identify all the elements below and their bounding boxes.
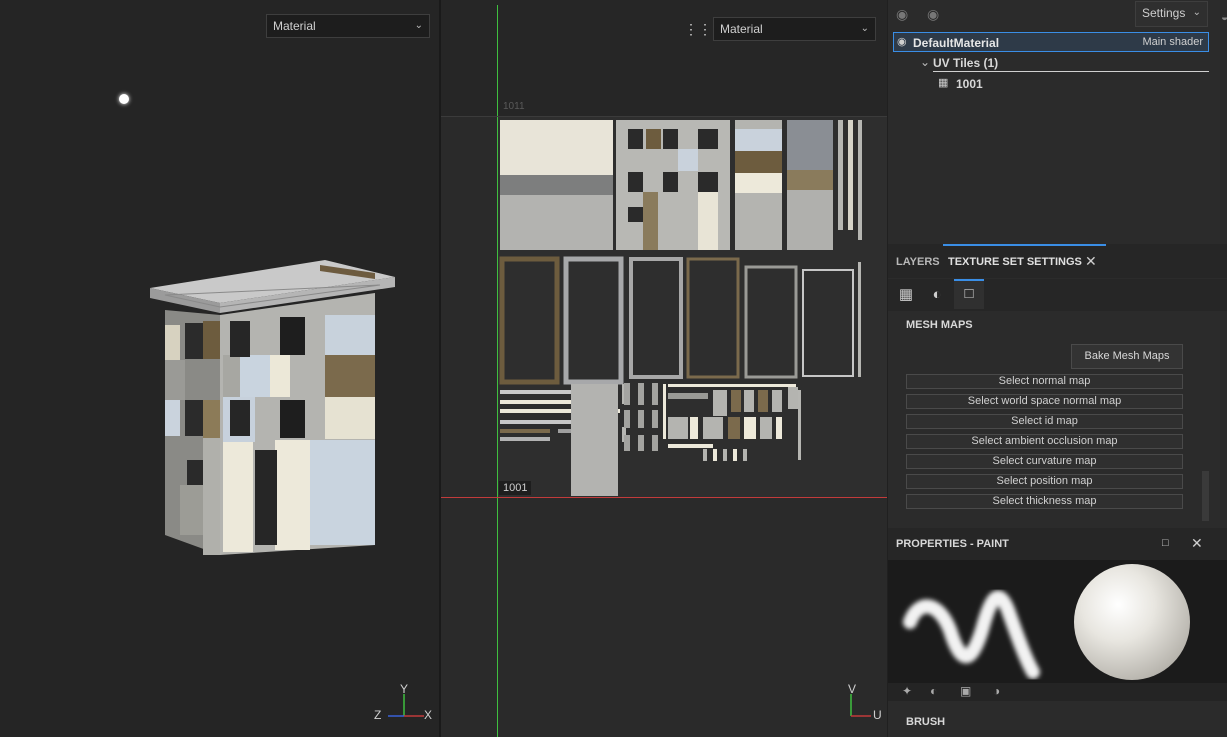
mesh-maps-icon[interactable]: □ bbox=[954, 279, 984, 309]
select-normal-map-button[interactable]: Select normal map bbox=[906, 374, 1183, 389]
axis-z-label: Z bbox=[374, 708, 382, 722]
display-settings-icon[interactable]: ⋮⋮ bbox=[684, 20, 712, 38]
eye-icon[interactable]: ◉ bbox=[897, 35, 907, 48]
brush-title: BRUSH bbox=[906, 716, 946, 728]
viewport-2d-mode-dropdown[interactable]: Material ⌄ bbox=[713, 17, 876, 41]
axis-y-label: Y bbox=[400, 682, 409, 696]
eye-icon[interactable]: ◉ bbox=[927, 6, 939, 23]
viewport-3d[interactable]: Material ⌄ Y Z X bbox=[0, 0, 440, 737]
shader-name[interactable]: Main shader bbox=[1142, 36, 1203, 48]
dropdown-value: Material bbox=[720, 22, 763, 36]
eye-hidden-icon[interactable]: ◉ bbox=[896, 6, 908, 23]
viewport-3d-mode-dropdown[interactable]: Material ⌄ bbox=[266, 14, 430, 38]
close-icon[interactable]: ✕ bbox=[1085, 253, 1097, 270]
alpha-icon[interactable]: ◐ bbox=[930, 684, 937, 698]
material-name: DefaultMaterial bbox=[913, 36, 1000, 50]
building-3d-model[interactable] bbox=[145, 255, 400, 560]
right-panel: ◉ ◉ Settings ⌄ ◉ DefaultMaterial Main sh… bbox=[888, 0, 1227, 737]
edge-icon-1[interactable]: ◒ bbox=[1221, 10, 1227, 24]
material-sphere-preview bbox=[1074, 564, 1190, 680]
uv-tile-item[interactable]: 1001 bbox=[956, 77, 983, 91]
brush-stroke-preview bbox=[903, 590, 1040, 679]
tabs-bar: LAYERS TEXTURE SET SETTINGS ✕ bbox=[888, 244, 1227, 278]
brush-icon[interactable]: ✦ bbox=[902, 684, 912, 698]
texture-set-settings-icon[interactable]: ▦ bbox=[894, 283, 918, 307]
tab-layers[interactable]: LAYERS bbox=[896, 256, 940, 268]
uv-tile-label-top: 1011 bbox=[503, 101, 525, 112]
settings-label: Settings bbox=[1142, 6, 1186, 20]
axis-x-label: X bbox=[424, 708, 433, 722]
active-tab-indicator bbox=[943, 244, 1106, 246]
select-thickness-map-button[interactable]: Select thickness map bbox=[906, 494, 1183, 509]
brush-section: BRUSH bbox=[888, 701, 1227, 737]
uv-islands-texture bbox=[499, 120, 862, 496]
viewport-2d[interactable]: Material ⌄ ⋮⋮ 1011 1001 V U bbox=[441, 0, 887, 737]
select-position-map-button[interactable]: Select position map bbox=[906, 474, 1183, 489]
texture-set-list-panel: ◉ ◉ Settings ⌄ ◉ DefaultMaterial Main sh… bbox=[888, 0, 1227, 243]
select-ambient-occlusion-map-button[interactable]: Select ambient occlusion map bbox=[906, 434, 1183, 449]
uv-tiles-divider bbox=[933, 71, 1209, 72]
undock-icon[interactable]: □ bbox=[1162, 537, 1169, 549]
settings-dropdown[interactable]: Settings ⌄ bbox=[1135, 1, 1208, 27]
brush-tool-icons: ✦ ◐ ▣ ◑ bbox=[888, 683, 1227, 701]
properties-header: PROPERTIES - PAINT □ ✕ bbox=[888, 528, 1227, 560]
bake-mesh-maps-button[interactable]: Bake Mesh Maps bbox=[1071, 344, 1183, 369]
chevron-down-icon: ⌄ bbox=[1192, 7, 1201, 18]
mesh-maps-section: MESH MAPS Bake Mesh Maps Select normal m… bbox=[888, 311, 1227, 525]
light-icon[interactable] bbox=[119, 94, 129, 104]
stencil-icon[interactable]: ▣ bbox=[960, 684, 971, 698]
select-id-map-button[interactable]: Select id map bbox=[906, 414, 1183, 429]
scrollbar[interactable] bbox=[1202, 471, 1209, 521]
subtabs-bar: ▦ ◐ □ bbox=[888, 279, 1227, 311]
select-curvature-map-button[interactable]: Select curvature map bbox=[906, 454, 1183, 469]
material-icon[interactable]: ◐ bbox=[925, 283, 949, 307]
axis-v-label: V bbox=[848, 682, 857, 696]
dropdown-value: Material bbox=[273, 19, 316, 33]
properties-title: PROPERTIES - PAINT bbox=[896, 538, 1009, 550]
uv-tiles-label[interactable]: UV Tiles (1) bbox=[933, 56, 998, 70]
close-icon[interactable]: ✕ bbox=[1191, 535, 1203, 552]
material-row[interactable]: ◉ DefaultMaterial Main shader bbox=[893, 32, 1209, 52]
tab-texture-set-settings[interactable]: TEXTURE SET SETTINGS bbox=[948, 256, 1082, 268]
material-icon[interactable]: ◑ bbox=[993, 684, 1000, 698]
uv-u-axis-line bbox=[441, 497, 887, 498]
brush-preview bbox=[888, 560, 1227, 683]
grid-icon: ▦ bbox=[938, 77, 949, 89]
chevron-down-icon: ⌄ bbox=[414, 20, 423, 31]
chevron-down-icon: ⌄ bbox=[860, 23, 869, 34]
axis-u-label: U bbox=[873, 708, 882, 722]
mesh-maps-title: MESH MAPS bbox=[906, 319, 973, 331]
chevron-down-icon[interactable]: ⌄ bbox=[920, 55, 930, 69]
select-world-space-normal-map-button[interactable]: Select world space normal map bbox=[906, 394, 1183, 409]
